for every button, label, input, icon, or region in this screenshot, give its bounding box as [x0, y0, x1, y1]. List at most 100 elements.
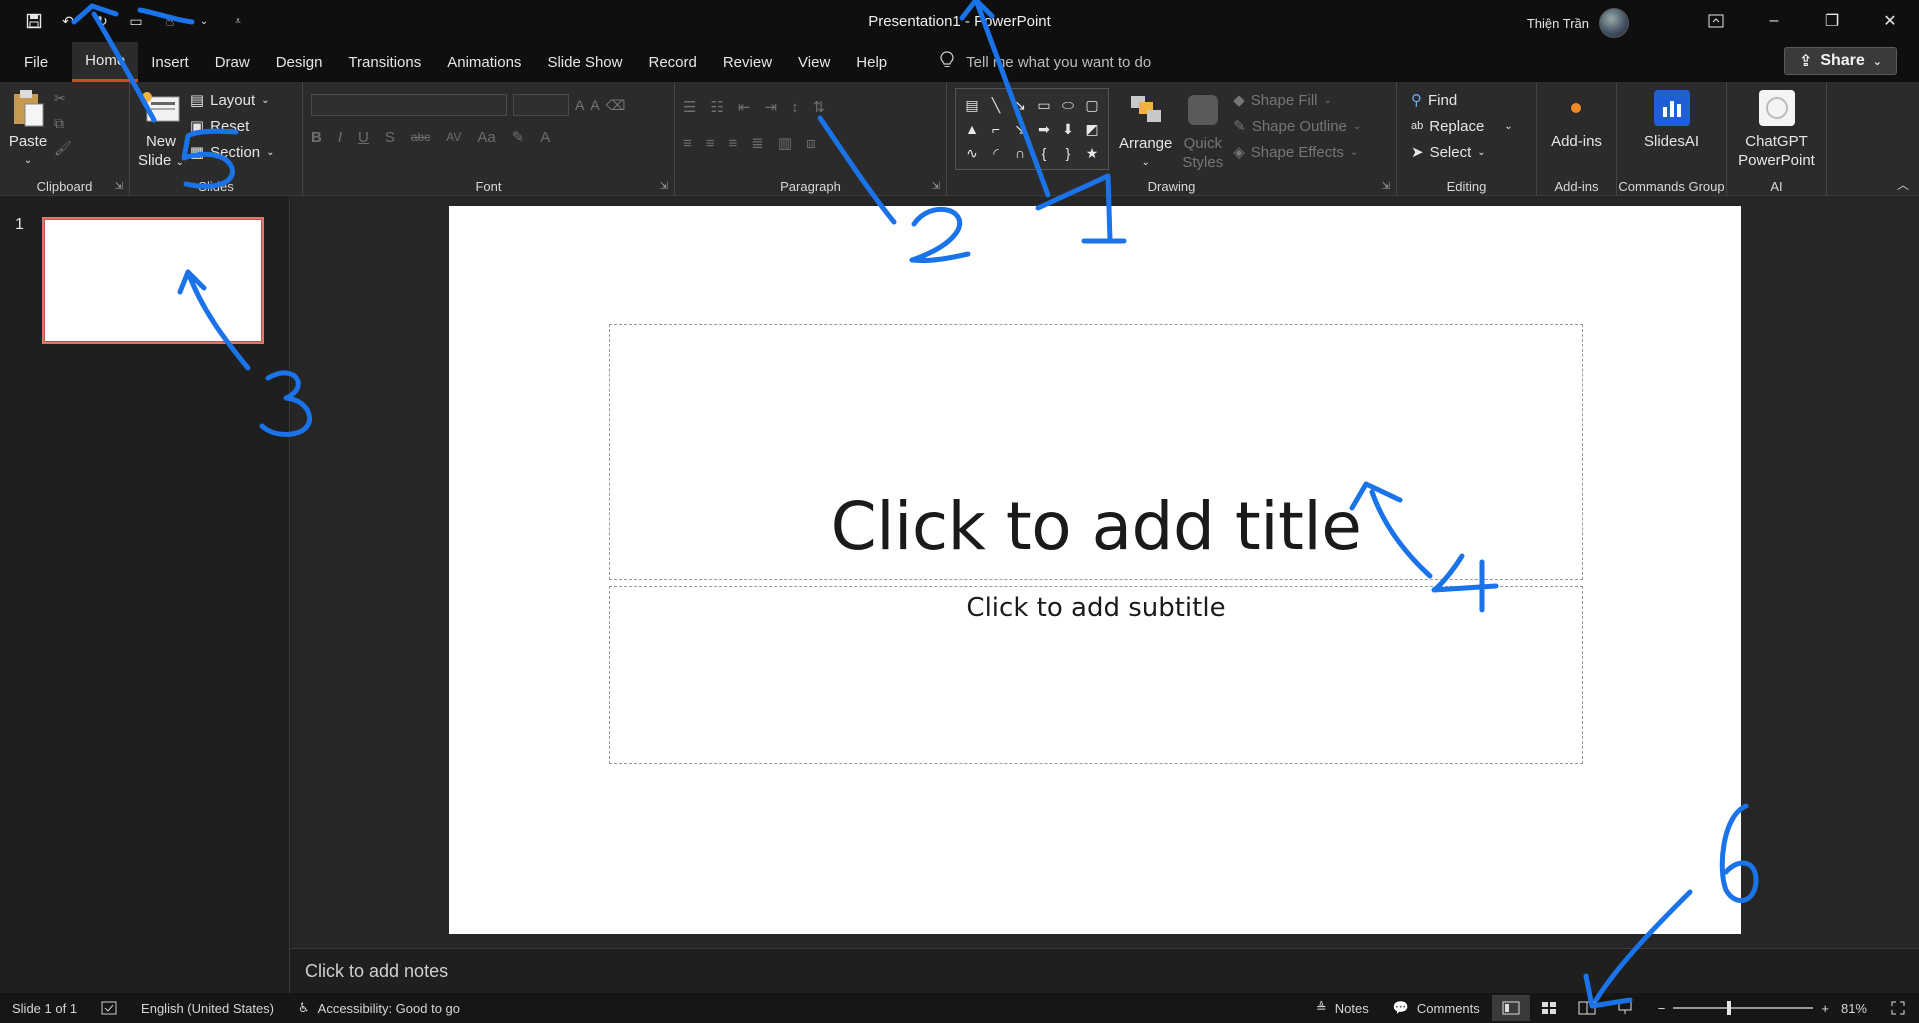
touch-mode-icon[interactable]: ☝	[160, 11, 180, 31]
minimize-icon[interactable]: –	[1745, 0, 1803, 42]
line-spacing-icon[interactable]: ↕	[791, 99, 799, 116]
font-color-icon[interactable]: A	[540, 129, 550, 146]
tab-review[interactable]: Review	[710, 42, 785, 82]
right-brace-shape-icon[interactable]: }	[1058, 141, 1078, 165]
arrange-button[interactable]: Arrange ⌄	[1119, 88, 1172, 172]
reading-view-icon[interactable]	[1568, 995, 1606, 1021]
underline-icon[interactable]: U	[358, 129, 369, 146]
flowchart-shape-icon[interactable]: ◩	[1082, 117, 1102, 141]
format-painter-icon[interactable]: 🖌	[54, 140, 72, 157]
tab-help[interactable]: Help	[843, 42, 900, 82]
curve-shape-icon[interactable]: ∩	[1010, 141, 1030, 165]
decrease-indent-icon[interactable]: ⇤	[738, 98, 751, 116]
rectangle-shape-icon[interactable]: ▭	[1034, 93, 1054, 117]
shadow-icon[interactable]: S	[385, 129, 395, 146]
subtitle-placeholder[interactable]: Click to add subtitle	[609, 586, 1583, 764]
grow-font-icon[interactable]: A	[575, 97, 584, 113]
present-icon[interactable]: ▭	[126, 11, 146, 31]
tab-slide-show[interactable]: Slide Show	[534, 42, 635, 82]
align-left-icon[interactable]: ≡	[683, 135, 692, 152]
chatgpt-powerpoint-button[interactable]: ChatGPT PowerPoint	[1738, 88, 1815, 170]
zoom-slider[interactable]	[1673, 1001, 1814, 1015]
right-arrow-shape-icon[interactable]: ➡	[1034, 117, 1054, 141]
tab-design[interactable]: Design	[263, 42, 336, 82]
tab-file[interactable]: File	[0, 42, 72, 82]
chevron-down-icon[interactable]: ⌄	[194, 11, 214, 31]
tell-me-placeholder[interactable]: Tell me what you want to do	[966, 54, 1151, 71]
zoom-level[interactable]: 81%	[1829, 993, 1879, 1023]
tab-view[interactable]: View	[785, 42, 843, 82]
connector-shape-icon[interactable]: ↘	[1010, 117, 1030, 141]
dialog-launcher-icon[interactable]: ⇲	[932, 181, 940, 192]
strikethrough-icon[interactable]: abc	[411, 130, 430, 144]
highlight-icon[interactable]: ✎	[512, 128, 525, 146]
notes-toggle[interactable]: ≜ Notes	[1304, 993, 1381, 1023]
text-direction-icon[interactable]: ⇅	[813, 98, 826, 116]
slide-editor[interactable]: Click to add title Click to add subtitle	[291, 196, 1919, 948]
rounded-rectangle-shape-icon[interactable]: ▢	[1082, 93, 1102, 117]
smartart-icon[interactable]: ⧈	[806, 135, 816, 152]
avatar[interactable]	[1599, 8, 1629, 38]
undo-icon[interactable]: ↶	[58, 11, 78, 31]
shape-outline-button[interactable]: ✎ Shape Outline ⌄	[1233, 114, 1361, 138]
tell-me-search[interactable]: Tell me what you want to do	[940, 51, 1151, 73]
slide-show-view-icon[interactable]	[1606, 995, 1644, 1021]
arrow-line-shape-icon[interactable]: ↘	[1010, 93, 1030, 117]
shrink-font-icon[interactable]: A	[590, 97, 599, 113]
cut-icon[interactable]: ✂	[54, 90, 72, 107]
justify-icon[interactable]: ≣	[751, 134, 764, 152]
ribbon-display-options-icon[interactable]	[1687, 0, 1745, 42]
numbering-icon[interactable]: ☷	[710, 98, 723, 116]
layout-button[interactable]: ▤ Layout ⌄	[190, 88, 275, 112]
new-slide-button[interactable]: New Slide ⌄	[138, 88, 184, 172]
save-icon[interactable]	[24, 11, 44, 31]
italic-icon[interactable]: I	[338, 129, 342, 146]
notes-placeholder[interactable]: Click to add notes	[305, 961, 448, 982]
slidesai-button[interactable]: SlidesAI	[1644, 88, 1699, 151]
tab-record[interactable]: Record	[635, 42, 709, 82]
customize-toolbar-icon[interactable]: ⩡	[228, 11, 248, 31]
arc-shape-icon[interactable]: ◜	[986, 141, 1006, 165]
paste-button[interactable]: Paste ⌄	[8, 88, 48, 170]
triangle-shape-icon[interactable]: ▲	[962, 117, 982, 141]
slide-thumbnail[interactable]	[42, 217, 264, 344]
star-shape-icon[interactable]: ★	[1082, 141, 1102, 165]
clear-formatting-icon[interactable]: ⌫	[606, 97, 626, 114]
font-name-combo[interactable]	[311, 94, 507, 116]
tab-transitions[interactable]: Transitions	[335, 42, 434, 82]
slide-canvas[interactable]: Click to add title Click to add subtitle	[449, 206, 1741, 934]
redo-icon[interactable]: ↻	[92, 11, 112, 31]
add-ins-button[interactable]: Add-ins	[1551, 88, 1602, 151]
copy-icon[interactable]: ⧉	[54, 115, 72, 132]
shapes-gallery[interactable]: ▤ ╲ ↘ ▭ ⬭ ▢ ▲ ⌐ ↘ ➡ ⬇ ◩ ∿ ◜ ∩ { } ★	[955, 88, 1109, 170]
zoom-in-icon[interactable]: +	[1821, 1001, 1829, 1016]
increase-indent-icon[interactable]: ⇥	[764, 98, 777, 116]
dialog-launcher-icon[interactable]: ⇲	[660, 181, 668, 192]
freeform-shape-icon[interactable]: ∿	[962, 141, 982, 165]
bullets-icon[interactable]: ☰	[683, 98, 696, 116]
spelling-icon[interactable]	[89, 993, 129, 1023]
notes-pane[interactable]: Click to add notes	[291, 948, 1919, 993]
normal-view-icon[interactable]	[1491, 995, 1530, 1021]
textbox-shape-icon[interactable]: ▤	[962, 93, 982, 117]
select-button[interactable]: ➤ Select ⌄	[1411, 140, 1486, 164]
columns-icon[interactable]: ▥	[778, 134, 792, 152]
fit-slide-icon[interactable]	[1879, 993, 1919, 1023]
dialog-launcher-icon[interactable]: ⇲	[115, 181, 123, 192]
down-arrow-shape-icon[interactable]: ⬇	[1058, 117, 1078, 141]
language-indicator[interactable]: English (United States)	[129, 993, 286, 1023]
align-center-icon[interactable]: ≡	[706, 135, 715, 152]
oval-shape-icon[interactable]: ⬭	[1058, 93, 1078, 117]
slide-count[interactable]: Slide 1 of 1	[0, 993, 89, 1023]
line-shape-icon[interactable]: ╲	[986, 93, 1006, 117]
find-button[interactable]: ⚲ Find	[1411, 88, 1457, 112]
restore-icon[interactable]: ❐	[1803, 0, 1861, 42]
section-button[interactable]: ▦ Section ⌄	[190, 140, 275, 164]
change-case-icon[interactable]: Aa	[477, 129, 495, 146]
accessibility-checker[interactable]: ♿ Accessibility: Good to go	[286, 993, 472, 1023]
left-brace-shape-icon[interactable]: {	[1034, 141, 1054, 165]
elbow-connector-shape-icon[interactable]: ⌐	[986, 117, 1006, 141]
replace-button[interactable]: ab Replace ⌄	[1411, 114, 1513, 138]
tab-draw[interactable]: Draw	[202, 42, 263, 82]
reset-button[interactable]: ▣ Reset	[190, 114, 275, 138]
